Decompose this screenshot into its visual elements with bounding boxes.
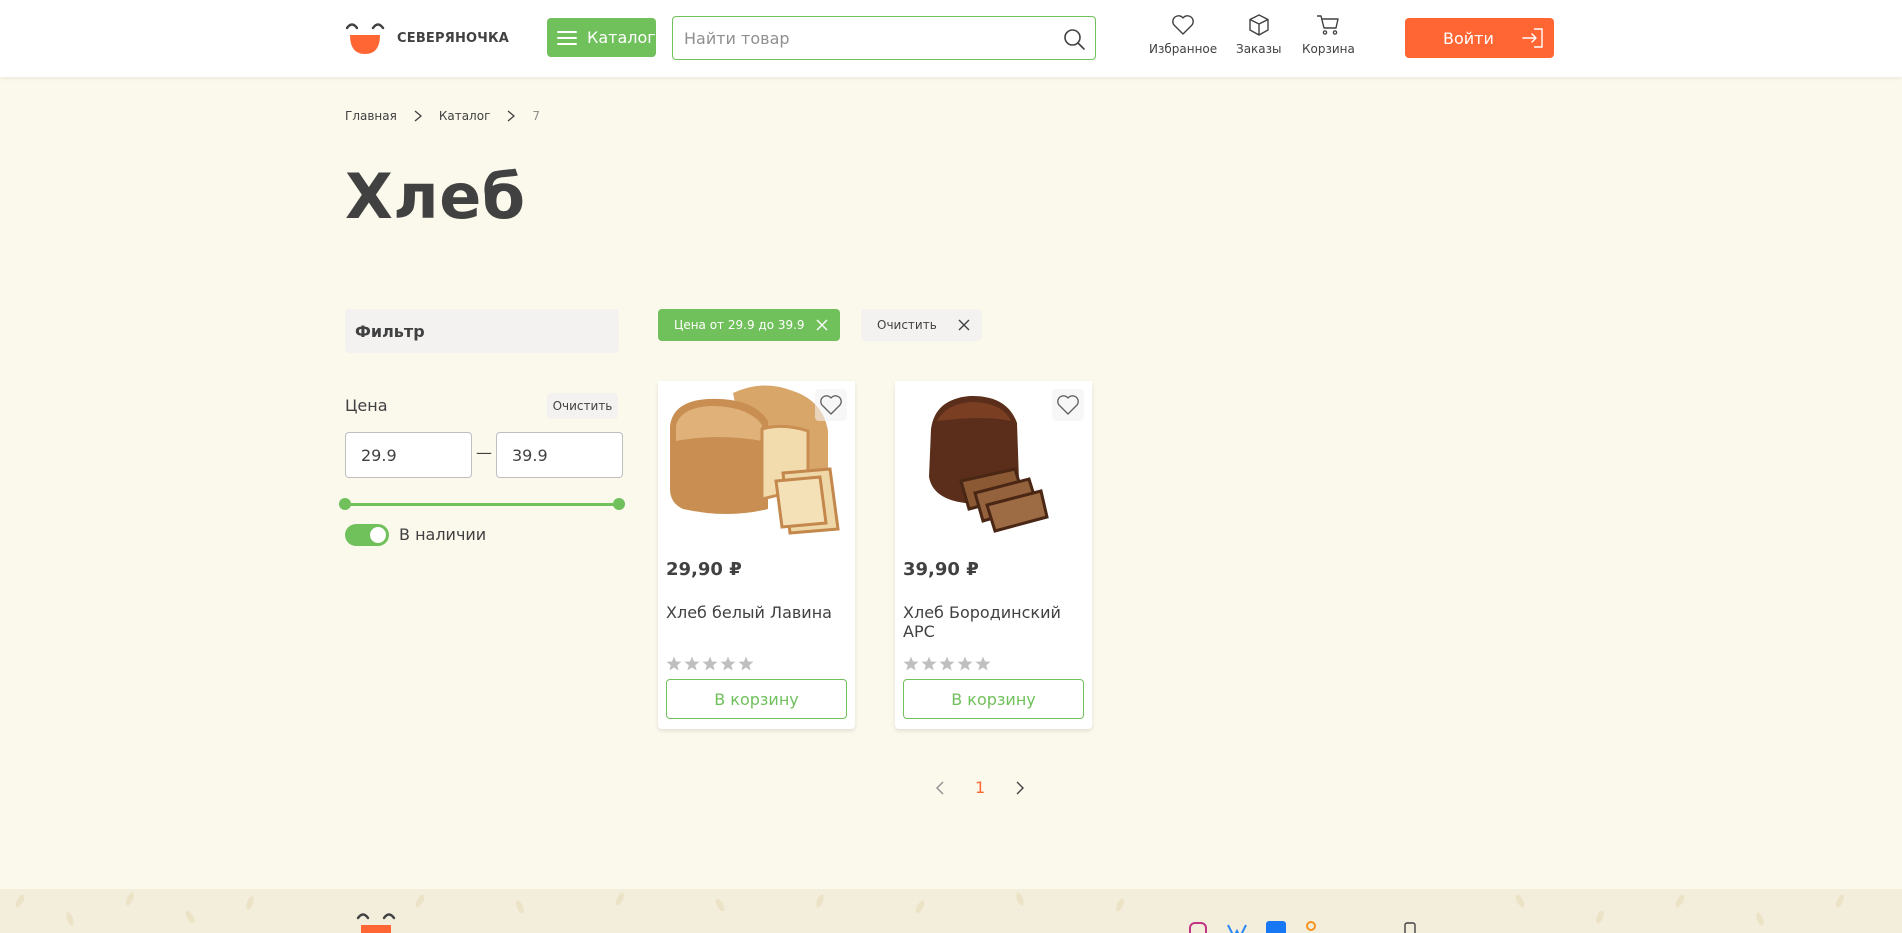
star-icon (738, 656, 754, 671)
add-to-cart-button[interactable]: В корзину (666, 679, 847, 719)
filter-header[interactable]: Фильтр (345, 309, 619, 353)
star-icon (903, 656, 919, 671)
close-icon[interactable] (958, 319, 970, 331)
search-icon[interactable] (1063, 28, 1085, 54)
clear-filters-label: Очистить (877, 318, 937, 332)
vk-icon[interactable] (1226, 921, 1248, 933)
heart-icon (820, 395, 842, 415)
logo-text: СЕВЕРЯНОЧКА (397, 30, 510, 46)
star-icon (684, 656, 700, 671)
product-card[interactable]: 39,90 ₽ Хлеб Бородинский АРС В корзину (895, 381, 1092, 729)
star-icon (666, 656, 682, 671)
star-icon (702, 656, 718, 671)
rating-stars (903, 656, 991, 671)
ok-icon[interactable] (1304, 921, 1318, 933)
box-icon (1249, 14, 1269, 36)
phone-icon (1404, 922, 1416, 933)
footer-phone[interactable] (1404, 922, 1416, 933)
social-links (1188, 921, 1318, 933)
logo[interactable]: СЕВЕРЯНОЧКА (345, 20, 509, 56)
footer-pattern (15, 892, 1845, 926)
close-icon[interactable] (816, 319, 828, 331)
heart-icon (1057, 395, 1079, 415)
breadcrumb-catalog[interactable]: Каталог (439, 109, 491, 123)
product-name[interactable]: Хлеб Бородинский АРС (903, 603, 1092, 641)
nav-favorites[interactable]: Избранное (1149, 14, 1217, 56)
chevron-left-icon[interactable] (935, 781, 945, 795)
login-icon (1522, 28, 1543, 48)
chevron-right-icon[interactable] (1015, 781, 1025, 795)
star-icon (957, 656, 973, 671)
search-input[interactable] (673, 17, 1043, 59)
price-filter-chip-label: Цена от 29.9 до 39.9 (674, 318, 805, 332)
breadcrumb-current: 7 (532, 109, 541, 123)
facebook-icon[interactable] (1266, 921, 1286, 933)
nav-cart[interactable]: Корзина (1302, 14, 1355, 56)
add-to-cart-button[interactable]: В корзину (903, 679, 1084, 719)
product-price: 39,90 ₽ (903, 559, 979, 580)
star-icon (939, 656, 955, 671)
in-stock-toggle[interactable] (345, 524, 389, 546)
login-button[interactable]: Войти (1405, 18, 1554, 58)
clear-filters-chip[interactable]: Очистить (861, 309, 982, 341)
price-label: Цена (345, 396, 388, 415)
price-clear-button[interactable]: Очистить (547, 393, 618, 419)
nav-cart-label: Корзина (1302, 42, 1355, 56)
product-price: 29,90 ₽ (666, 559, 742, 580)
chevron-right-icon (507, 110, 516, 122)
menu-icon (557, 30, 577, 45)
price-slider[interactable] (339, 498, 625, 510)
add-to-favorites-button[interactable] (1052, 389, 1084, 421)
logo-icon (345, 20, 385, 56)
catalog-label: Каталог (587, 28, 656, 47)
price-filter-chip[interactable]: Цена от 29.9 до 39.9 (658, 309, 840, 341)
slider-min-handle[interactable] (339, 498, 351, 510)
page-title: Хлеб (345, 160, 526, 233)
cart-icon (1317, 15, 1340, 35)
instagram-icon[interactable] (1188, 921, 1208, 933)
star-icon (720, 656, 736, 671)
search-box (672, 16, 1096, 60)
catalog-button[interactable]: Каталог (547, 18, 656, 57)
footer-logo-icon[interactable] (356, 910, 396, 933)
nav-orders[interactable]: Заказы (1236, 14, 1282, 56)
add-to-favorites-button[interactable] (815, 389, 847, 421)
pagination: 1 (935, 778, 1025, 797)
slider-max-handle[interactable] (613, 498, 625, 510)
star-icon (921, 656, 937, 671)
range-dash: — (476, 443, 492, 462)
nav-orders-label: Заказы (1236, 42, 1282, 56)
rating-stars (666, 656, 754, 671)
in-stock-label: В наличии (399, 525, 487, 544)
chevron-right-icon (414, 110, 422, 122)
product-card[interactable]: 29,90 ₽ Хлеб белый Лавина В корзину (658, 381, 855, 729)
nav-favorites-label: Избранное (1149, 42, 1218, 56)
page-current[interactable]: 1 (975, 778, 985, 797)
product-name[interactable]: Хлеб белый Лавина (666, 603, 832, 622)
login-label: Войти (1443, 28, 1494, 48)
breadcrumb: Главная Каталог 7 (345, 109, 540, 123)
footer (0, 889, 1902, 933)
heart-icon (1172, 15, 1194, 35)
header: СЕВЕРЯНОЧКА Каталог Избранное Заказы Кор… (0, 0, 1902, 77)
star-icon (975, 656, 991, 671)
price-from-input[interactable]: 29.9 (345, 432, 472, 478)
breadcrumb-home[interactable]: Главная (345, 109, 397, 123)
price-to-input[interactable]: 39.9 (496, 432, 623, 478)
